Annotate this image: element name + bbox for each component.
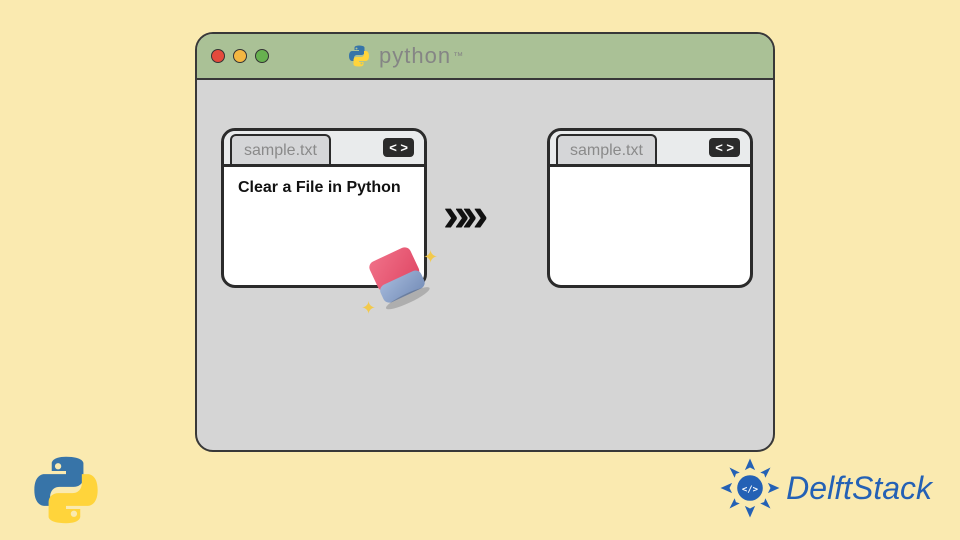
source-file-tab-label: sample.txt bbox=[244, 142, 317, 159]
window-title: python ™ bbox=[347, 43, 464, 69]
sparkle-icon: ✦ bbox=[361, 298, 376, 319]
maximize-icon[interactable] bbox=[255, 49, 269, 63]
source-file-tab: sample.txt bbox=[230, 134, 331, 164]
arrow-icon: »» bbox=[443, 188, 480, 243]
brand-name: DelftStack bbox=[786, 470, 932, 507]
source-panel-corner: < > bbox=[383, 140, 414, 155]
source-file-content: Clear a File in Python bbox=[224, 167, 424, 209]
target-file-tab-label: sample.txt bbox=[570, 142, 643, 159]
brand-badge: </> DelftStack bbox=[718, 456, 932, 520]
code-icon: < > bbox=[709, 138, 740, 157]
target-file-content bbox=[550, 167, 750, 187]
close-icon[interactable] bbox=[211, 49, 225, 63]
target-file-titlebar: sample.txt < > bbox=[550, 131, 750, 167]
sparkle-icon: ✦ bbox=[423, 247, 438, 268]
target-panel-corner: < > bbox=[709, 140, 740, 155]
code-icon: < > bbox=[383, 138, 414, 157]
python-icon bbox=[347, 44, 371, 68]
trademark: ™ bbox=[453, 51, 464, 62]
delftstack-logo-icon: </> bbox=[718, 456, 782, 520]
svg-text:</>: </> bbox=[742, 485, 758, 495]
editor-window: python ™ sample.txt < > Clear a File in … bbox=[195, 32, 775, 452]
target-file-panel: sample.txt < > bbox=[547, 128, 753, 288]
window-titlebar: python ™ bbox=[197, 34, 773, 80]
window-title-text: python bbox=[379, 43, 451, 69]
minimize-icon[interactable] bbox=[233, 49, 247, 63]
source-file-titlebar: sample.txt < > bbox=[224, 131, 424, 167]
window-body: sample.txt < > Clear a File in Python »»… bbox=[197, 80, 773, 450]
python-logo-icon bbox=[28, 452, 104, 528]
traffic-lights bbox=[211, 49, 269, 63]
target-file-tab: sample.txt bbox=[556, 134, 657, 164]
